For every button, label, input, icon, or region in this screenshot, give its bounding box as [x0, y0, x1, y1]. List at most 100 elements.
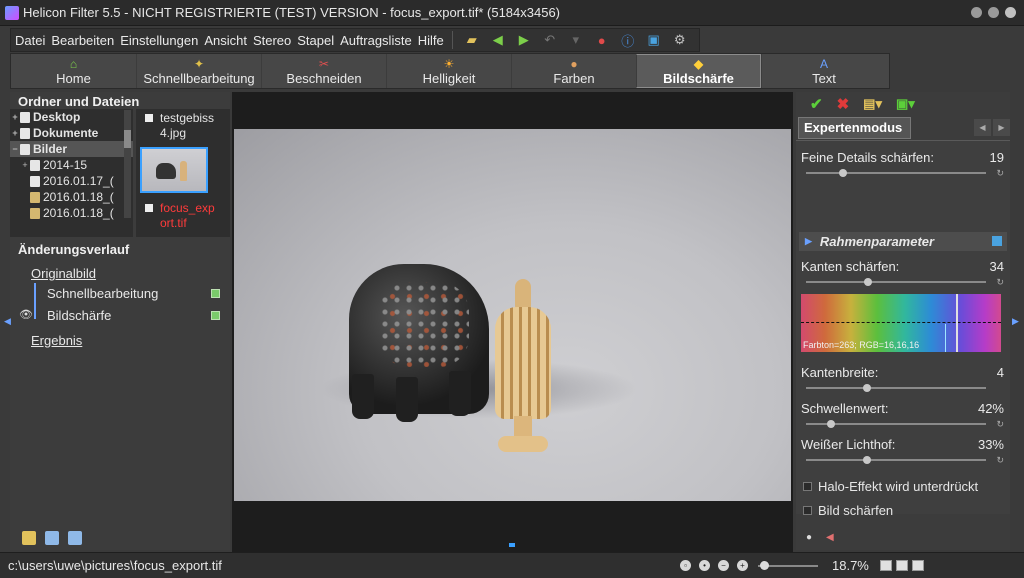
tree-item-2016-01-18[interactable]: 2016.01.18_( [10, 189, 133, 205]
reset-icon[interactable]: ↻ [996, 419, 1004, 430]
section-rahmenparameter[interactable]: ▶ Rahmenparameter [799, 232, 1007, 251]
thumbnail-image[interactable] [140, 147, 208, 193]
forward-arrow-icon[interactable]: ▶ [515, 31, 533, 49]
step-enabled-checkbox[interactable] [211, 311, 220, 320]
slider-knob[interactable] [826, 420, 835, 428]
tree-item-desktop[interactable]: + Desktop [10, 109, 133, 125]
folder-icon [30, 207, 40, 219]
tree-item-2014-15[interactable]: + 2014-15 [10, 157, 133, 173]
menu-ansicht[interactable]: Ansicht [200, 33, 249, 48]
dot-icon[interactable]: ● [806, 532, 812, 543]
slider-knob[interactable] [838, 169, 847, 177]
undo-icon[interactable]: ↶ [541, 31, 559, 49]
file-entry-unsaved[interactable]: focus_export.tif [136, 201, 216, 231]
tab-farben[interactable]: ● Farben [511, 54, 636, 88]
slider-knob[interactable] [862, 384, 871, 392]
menu-bearbeiten[interactable]: Bearbeiten [47, 33, 116, 48]
minimize-icon[interactable] [971, 7, 982, 18]
tab-helligkeit[interactable]: ☀ Helligkeit [386, 54, 511, 88]
folder-open-icon[interactable]: ▰ [463, 31, 481, 49]
checkbox-sharpen-image[interactable]: Bild schärfen [803, 503, 893, 518]
monitor-icon[interactable]: ▣ [645, 31, 663, 49]
tab-text[interactable]: A Text [761, 54, 886, 88]
checkbox-box[interactable] [803, 506, 812, 515]
menu-einstellungen[interactable]: Einstellungen [116, 33, 200, 48]
slider-knob[interactable] [760, 561, 769, 570]
fit-icon[interactable]: ▫ [680, 560, 691, 571]
scroll-right-icon[interactable]: ▶ [993, 119, 1010, 136]
menu-stereo[interactable]: Stereo [249, 33, 293, 48]
zoom-out-icon[interactable]: − [718, 560, 729, 571]
menu-auftragsliste[interactable]: Auftragsliste [336, 33, 414, 48]
expand-icon[interactable]: + [10, 109, 20, 125]
split-horizontal-icon[interactable] [896, 560, 908, 571]
edge-width-slider[interactable] [806, 384, 986, 392]
split-vertical-icon[interactable] [912, 560, 924, 571]
info-icon[interactable]: ⓘ [619, 31, 637, 49]
tree-item-2016-01-18-b[interactable]: 2016.01.18_( [10, 205, 133, 221]
speaker-icon[interactable]: ◀ [826, 532, 834, 543]
save-history-icon[interactable] [22, 531, 36, 545]
collapse-left-arrow-icon[interactable]: ◀ [4, 316, 11, 327]
white-halo-slider[interactable] [806, 456, 986, 464]
menu-stapel[interactable]: Stapel [293, 33, 336, 48]
section-options-icon[interactable] [992, 236, 1002, 246]
eye-icon[interactable]: 👁 [19, 308, 33, 321]
menu-datei[interactable]: Datei [11, 33, 47, 48]
tree-item-bilder[interactable]: − Bilder [10, 141, 133, 157]
single-view-icon[interactable] [880, 560, 892, 571]
zoom-slider[interactable] [758, 561, 818, 570]
collapse-right-arrow-icon[interactable]: ▶ [1012, 316, 1019, 327]
file-entry[interactable]: testgebiss4.jpg [136, 111, 216, 141]
history-step-schnellbearbeitung[interactable]: Schnellbearbeitung [47, 286, 158, 301]
canvas-collapse-arrow-icon[interactable] [509, 543, 515, 547]
reset-icon[interactable]: ↻ [996, 277, 1004, 288]
checkbox-halo-suppressed[interactable]: Halo-Effekt wird unterdrückt [803, 479, 978, 494]
preset-save-icon[interactable]: ▣▾ [896, 96, 915, 112]
reset-icon[interactable]: ↻ [996, 168, 1004, 179]
history-step-bildschaerfe[interactable]: Bildschärfe [47, 308, 111, 323]
import-icon[interactable] [45, 531, 59, 545]
preview-image[interactable] [234, 129, 791, 501]
collapse-icon[interactable]: − [10, 141, 20, 157]
edges-slider[interactable] [806, 278, 986, 286]
settings-icon[interactable]: ⚙ [671, 31, 689, 49]
slider-knob[interactable] [862, 456, 871, 464]
tree-item-dokumente[interactable]: + Dokumente [10, 125, 133, 141]
zoom-in-icon[interactable]: + [737, 560, 748, 571]
export-icon[interactable] [68, 531, 82, 545]
file-checkbox[interactable] [145, 114, 153, 122]
scroll-left-icon[interactable]: ◀ [974, 119, 991, 136]
tab-bildschaerfe[interactable]: ◆ Bildschärfe [636, 54, 761, 88]
threshold-slider[interactable] [806, 420, 986, 428]
elephant-leg [352, 374, 374, 419]
preset-load-icon[interactable]: ▤▾ [863, 96, 882, 112]
tab-home[interactable]: ⌂ Home [11, 54, 136, 88]
apply-check-icon[interactable]: ✔ [810, 95, 823, 113]
step-enabled-checkbox[interactable] [211, 289, 220, 298]
history-result[interactable]: Ergebnis [31, 333, 82, 348]
back-arrow-icon[interactable]: ◀ [489, 31, 507, 49]
checkbox-box[interactable] [803, 482, 812, 491]
tree-scrollbar[interactable] [124, 110, 131, 218]
reset-icon[interactable]: ↻ [996, 455, 1004, 466]
tree-item-2016-01-17[interactable]: 2016.01.17_( [10, 173, 133, 189]
file-checkbox[interactable] [145, 204, 153, 212]
scrollbar-thumb[interactable] [124, 130, 131, 148]
history-original[interactable]: Originalbild [31, 266, 96, 281]
tab-expertenmodus[interactable]: Expertenmodus [798, 117, 911, 139]
crop-dropdown-icon[interactable]: ▾ [567, 31, 585, 49]
fine-details-slider[interactable] [806, 169, 986, 177]
menu-hilfe[interactable]: Hilfe [414, 33, 446, 48]
location-pin-icon[interactable]: ● [593, 31, 611, 49]
hue-spectrum[interactable]: Farbton=263; RGB=16,16,16 [801, 294, 1001, 352]
slider-knob[interactable] [864, 278, 873, 286]
cancel-x-icon[interactable]: ✖ [837, 95, 850, 113]
tab-beschneiden[interactable]: ✂ Beschneiden [261, 54, 386, 88]
expand-icon[interactable]: + [10, 125, 20, 141]
actual-size-icon[interactable]: • [699, 560, 710, 571]
close-icon[interactable] [1005, 7, 1016, 18]
maximize-icon[interactable] [988, 7, 999, 18]
tab-schnellbearbeitung[interactable]: ✦ Schnellbearbeitung [136, 54, 261, 88]
expand-icon[interactable]: + [20, 157, 30, 173]
